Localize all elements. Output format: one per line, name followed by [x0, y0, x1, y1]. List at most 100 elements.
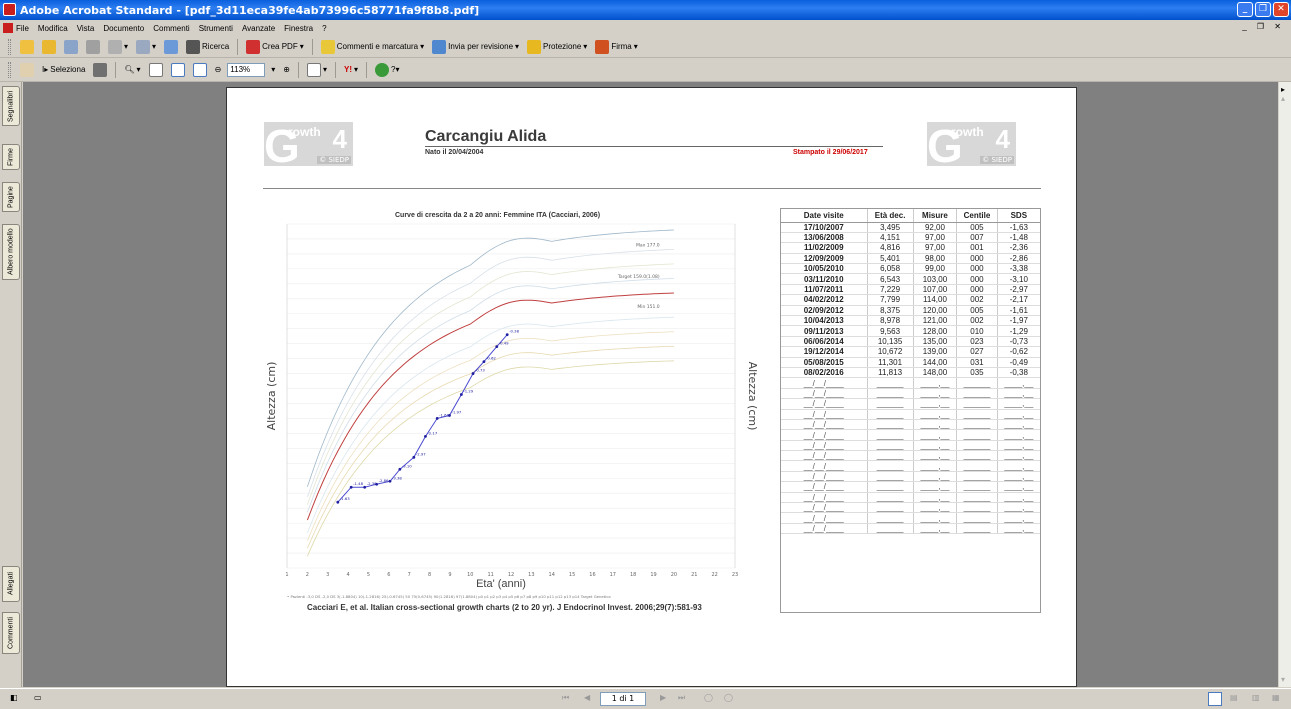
- menu-finestra[interactable]: Finestra: [284, 24, 313, 33]
- empty-cell: ______: [867, 377, 914, 389]
- actual-size-button[interactable]: [147, 61, 165, 79]
- minimize-button[interactable]: _: [1237, 2, 1253, 17]
- page-number-input[interactable]: 1 di 1: [600, 692, 646, 706]
- table-cell: 148,00: [913, 367, 958, 379]
- empty-cell: ______: [867, 523, 914, 535]
- tab-pages[interactable]: Pagine: [2, 182, 20, 212]
- sign-button[interactable]: Firma ▾: [593, 38, 639, 56]
- yahoo-button[interactable]: Y! ▾: [342, 61, 360, 79]
- rotate-button[interactable]: ▾: [305, 61, 329, 79]
- previous-page-icon[interactable]: ◀: [584, 693, 590, 702]
- scroll-down-icon[interactable]: ▾: [1281, 675, 1285, 684]
- zoom-out-icon: ⊖: [214, 65, 222, 74]
- empty-cell: __/__/____: [781, 409, 868, 420]
- table-cell: -1,29: [997, 325, 1040, 337]
- snapshot-button[interactable]: [91, 61, 109, 79]
- document-window-controls[interactable]: _ ❐ ✕: [1242, 22, 1285, 31]
- x-tick-label: 23: [732, 572, 738, 578]
- menu-strumenti[interactable]: Strumenti: [199, 24, 233, 33]
- menu-vista[interactable]: Vista: [77, 24, 95, 33]
- layout-icon[interactable]: ▭: [34, 693, 42, 702]
- table-cell: 12/09/2009: [781, 253, 868, 265]
- menu-help[interactable]: ?: [322, 24, 326, 33]
- empty-cell: ____,__: [913, 471, 958, 483]
- menu-avanzate[interactable]: Avanzate: [242, 24, 275, 33]
- save-button[interactable]: [62, 38, 80, 56]
- zoom-dropdown[interactable]: ▾: [269, 61, 277, 79]
- tab-model-tree[interactable]: Albero modello: [2, 224, 20, 280]
- patient-point: [388, 479, 392, 483]
- select-tool-button[interactable]: I▸ Seleziona: [40, 61, 87, 79]
- table-cell: 121,00: [913, 315, 958, 327]
- scroll-up-icon[interactable]: ▴: [1281, 94, 1285, 103]
- fit-page-icon: [170, 62, 185, 77]
- reference-citation: Cacciari E, et al. Italian cross-section…: [307, 603, 702, 612]
- open-button[interactable]: [18, 38, 36, 56]
- empty-cell: __/__/____: [781, 388, 868, 400]
- previous-view-icon[interactable]: ◯: [704, 693, 713, 702]
- search-button[interactable]: Ricerca: [184, 38, 231, 56]
- table-cell: 13/06/2008: [781, 232, 868, 244]
- organizer-button[interactable]: [40, 38, 58, 56]
- tab-comments[interactable]: Commenti: [2, 612, 20, 654]
- attach-button[interactable]: ▾: [134, 38, 158, 56]
- help-button[interactable]: ?▾: [373, 61, 401, 79]
- fit-width-button[interactable]: [191, 61, 209, 79]
- continuous-icon[interactable]: ▤: [1230, 693, 1238, 702]
- tab-signatures[interactable]: Firme: [2, 144, 20, 170]
- actual-size-icon: [148, 62, 163, 77]
- empty-table-row: __/__/____ ______ ____,__ ______ ____,__: [781, 377, 1040, 389]
- menu-documento[interactable]: Documento: [103, 24, 144, 33]
- zoom-in-button[interactable]: ⊕: [281, 61, 292, 79]
- hand-tool-button[interactable]: [18, 61, 36, 79]
- single-page-icon[interactable]: [1208, 692, 1222, 706]
- centile-curve: [307, 345, 674, 549]
- empty-cell: ____,__: [997, 440, 1040, 452]
- fit-page-button[interactable]: [169, 61, 187, 79]
- protect-button[interactable]: Protezione ▾: [525, 38, 589, 56]
- send-review-button[interactable]: Invia per revisione ▾: [430, 38, 521, 56]
- menu-file[interactable]: File: [16, 24, 29, 33]
- tab-attachments[interactable]: Allegati: [2, 566, 20, 602]
- last-page-icon[interactable]: ⏭: [678, 693, 685, 703]
- zoom-out-button[interactable]: ⊖: [213, 61, 224, 79]
- comments-button[interactable]: Commenti e marcatura ▾: [319, 38, 426, 56]
- toolbar-grip[interactable]: [8, 38, 11, 55]
- menu-modifica[interactable]: Modifica: [38, 24, 68, 33]
- x-tick-label: 2: [306, 572, 309, 578]
- zoom-input[interactable]: 113%: [227, 62, 266, 77]
- empty-cell: __/__/____: [781, 419, 868, 431]
- empty-cell: ______: [867, 409, 914, 420]
- table-cell: 7,229: [867, 284, 914, 296]
- paperclip-icon: [136, 39, 151, 54]
- tab-bookmarks[interactable]: Segnalibri: [2, 86, 20, 126]
- restore-button[interactable]: ❐: [1255, 2, 1271, 17]
- email-button[interactable]: ▾: [106, 38, 130, 56]
- logo-word: rowth: [288, 125, 321, 139]
- table-row: 11/02/2009 4,816 97,00 001 -2,36: [781, 242, 1040, 254]
- facing-icon[interactable]: ▥: [1252, 693, 1260, 702]
- first-page-icon[interactable]: ⏮: [562, 693, 569, 703]
- empty-cell: ______: [867, 440, 914, 452]
- zoom-tool-button[interactable]: 🔍︎ ▾: [122, 61, 142, 79]
- create-pdf-button[interactable]: Crea PDF ▾: [244, 38, 306, 56]
- table-cell: 005: [956, 222, 998, 233]
- table-cell: 007: [956, 232, 998, 244]
- close-button[interactable]: ✕: [1273, 2, 1289, 17]
- menu-commenti[interactable]: Commenti: [153, 24, 189, 33]
- header-rule: [263, 188, 1041, 189]
- print-button[interactable]: [84, 38, 102, 56]
- vertical-scrollbar[interactable]: ▸ ▴ ▾: [1279, 82, 1291, 687]
- table-cell: -2,17: [997, 294, 1040, 306]
- panel-toggle-icon[interactable]: ◧: [10, 693, 18, 702]
- toolbar-grip[interactable]: [8, 61, 11, 78]
- next-view-icon[interactable]: ◯: [724, 693, 733, 702]
- patient-point-label: -3.10: [402, 463, 412, 468]
- comment-icon: [320, 39, 335, 54]
- empty-cell: __/__/____: [781, 440, 868, 452]
- continuous-facing-icon[interactable]: ▦: [1272, 693, 1280, 702]
- pdf-page: G rowth 4 © SIEDP G rowth 4 © SIEDP Carc…: [226, 87, 1077, 687]
- collab-button[interactable]: [162, 38, 180, 56]
- arrow-right-icon[interactable]: ▸: [1281, 85, 1285, 94]
- next-page-icon[interactable]: ▶: [660, 693, 666, 702]
